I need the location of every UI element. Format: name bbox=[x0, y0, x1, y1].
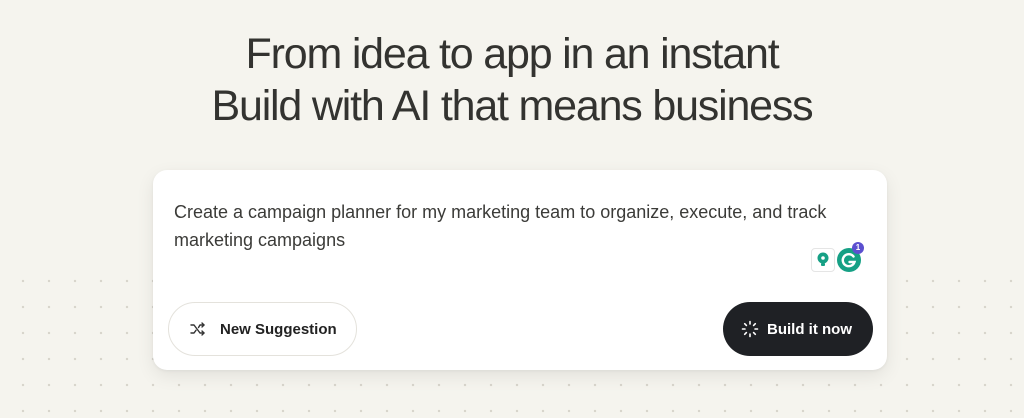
prompt-textarea[interactable]: Create a campaign planner for my marketi… bbox=[174, 198, 854, 254]
extension-icons: 1 bbox=[811, 242, 864, 274]
prompt-card: Create a campaign planner for my marketi… bbox=[153, 170, 887, 370]
new-suggestion-button[interactable]: New Suggestion bbox=[168, 302, 357, 356]
page: From idea to app in an instant Build wit… bbox=[0, 0, 1024, 418]
hero-line-1: From idea to app in an instant bbox=[245, 30, 780, 78]
lightbulb-icon[interactable] bbox=[811, 248, 835, 272]
shuffle-icon bbox=[189, 320, 207, 338]
build-it-now-button[interactable]: Build it now bbox=[723, 302, 873, 356]
loading-spinner-icon bbox=[741, 320, 759, 338]
hero-line-2: Build with AI that means business bbox=[211, 82, 814, 130]
grammarly-badge-count: 1 bbox=[852, 242, 864, 254]
new-suggestion-label: New Suggestion bbox=[220, 320, 337, 338]
build-it-now-label: Build it now bbox=[767, 320, 852, 338]
hero-headline: From idea to app in an instant Build wit… bbox=[0, 28, 1024, 132]
